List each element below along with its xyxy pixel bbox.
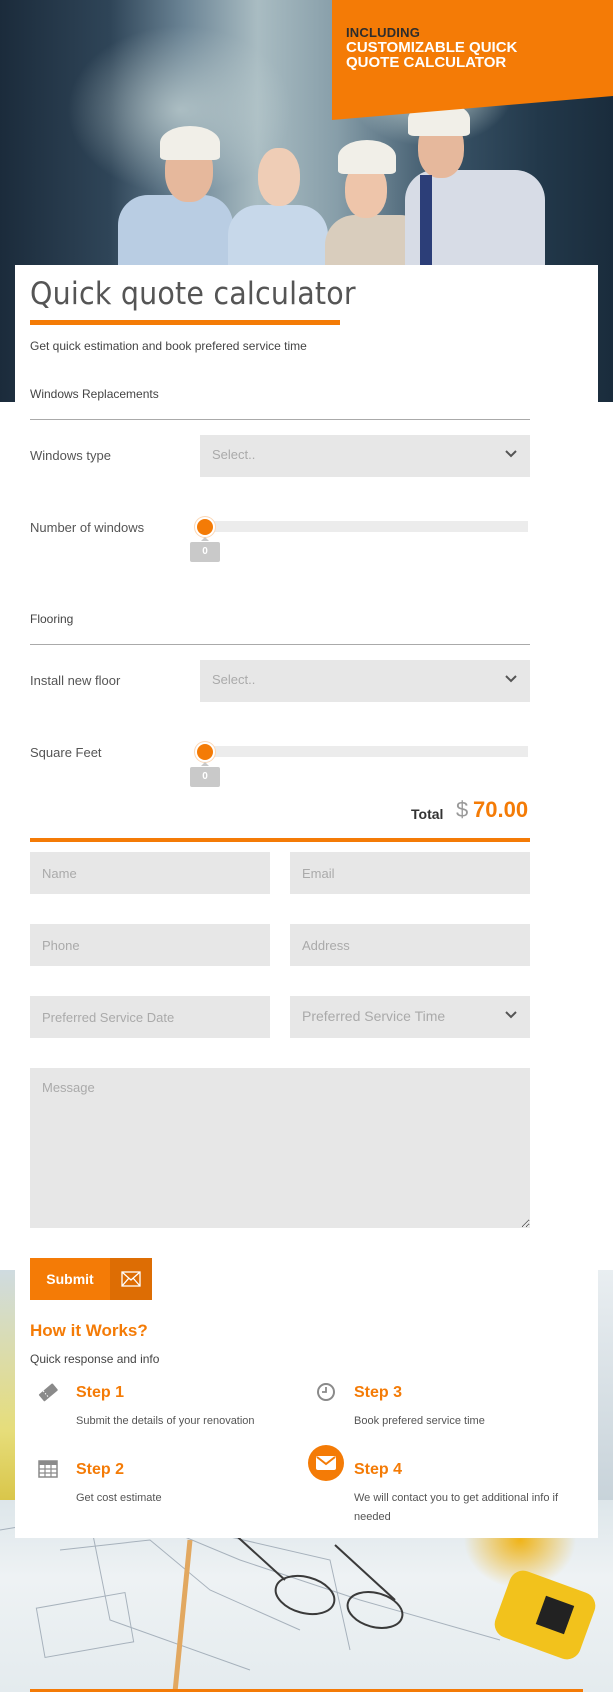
hard-hat	[160, 126, 220, 160]
step-description: We will contact you to get additional in…	[354, 1492, 559, 1523]
how-it-works-title: How it Works?	[30, 1321, 148, 1340]
ticket-icon	[30, 1374, 66, 1410]
step-title: Step 2	[76, 1461, 125, 1478]
windows-type-label: Windows type	[30, 448, 111, 463]
section-divider	[30, 644, 530, 645]
section-divider	[30, 419, 530, 420]
step-description: Submit the details of your renovation	[76, 1415, 255, 1427]
chevron-down-icon	[505, 450, 517, 458]
slider-handle[interactable]	[197, 744, 213, 760]
message-textarea[interactable]	[30, 1068, 530, 1228]
page-title: Quick quote calculator	[30, 276, 356, 312]
install-new-floor-select[interactable]: Select..	[200, 660, 530, 702]
step-description: Get cost estimate	[76, 1492, 162, 1504]
submit-label: Submit	[46, 1271, 94, 1287]
windows-type-select[interactable]: Select..	[200, 435, 530, 477]
slider-handle[interactable]	[197, 519, 213, 535]
page-subtitle: Get quick estimation and book prefered s…	[30, 339, 307, 353]
section-label-windows: Windows Replacements	[30, 387, 159, 401]
background-photo-edge	[598, 1270, 613, 1500]
title-underline	[30, 320, 340, 325]
step-description: Book prefered service time	[354, 1415, 485, 1427]
promo-line-3: QUOTE CALCULATOR	[346, 54, 507, 71]
service-date-input[interactable]	[30, 996, 270, 1038]
submit-button[interactable]: Submit	[30, 1258, 152, 1300]
envelope-icon	[308, 1445, 344, 1481]
number-of-windows-label: Number of windows	[30, 520, 145, 535]
total-divider	[30, 838, 530, 842]
step-title: Step 4	[354, 1461, 403, 1478]
slider-value-tooltip: 0	[190, 762, 220, 787]
background-photo-edge	[0, 1270, 15, 1500]
install-new-floor-placeholder: Select..	[212, 672, 256, 687]
chevron-down-icon	[505, 1011, 517, 1019]
install-new-floor-label: Install new floor	[30, 673, 121, 688]
clock-icon	[308, 1374, 344, 1410]
square-feet-label: Square Feet	[30, 745, 102, 760]
promo-line-2: CUSTOMIZABLE QUICK	[346, 39, 518, 56]
windows-type-placeholder: Select..	[212, 447, 256, 462]
email-input[interactable]	[290, 852, 530, 894]
how-it-works-subtitle: Quick response and info	[30, 1352, 160, 1366]
square-feet-slider[interactable]	[200, 746, 528, 757]
number-of-windows-slider[interactable]	[200, 521, 528, 532]
step-title: Step 3	[354, 1384, 403, 1401]
envelope-icon	[110, 1258, 152, 1300]
name-input[interactable]	[30, 852, 270, 894]
step-title: Step 1	[76, 1384, 125, 1401]
total-currency: $	[456, 797, 469, 822]
table-icon	[30, 1451, 66, 1487]
total-label: Total	[411, 806, 444, 822]
hard-hat	[338, 140, 396, 174]
promo-line-1: INCLUDING	[346, 25, 421, 40]
address-input[interactable]	[290, 924, 530, 966]
total-value: 70.00	[473, 797, 529, 822]
worker-figure	[258, 148, 300, 206]
phone-input[interactable]	[30, 924, 270, 966]
slider-value-tooltip: 0	[190, 537, 220, 562]
necktie	[420, 175, 432, 265]
service-time-placeholder: Preferred Service Time	[302, 1008, 446, 1024]
service-time-select[interactable]: Preferred Service Time	[290, 996, 530, 1038]
section-label-flooring: Flooring	[30, 612, 74, 626]
chevron-down-icon	[505, 675, 517, 683]
